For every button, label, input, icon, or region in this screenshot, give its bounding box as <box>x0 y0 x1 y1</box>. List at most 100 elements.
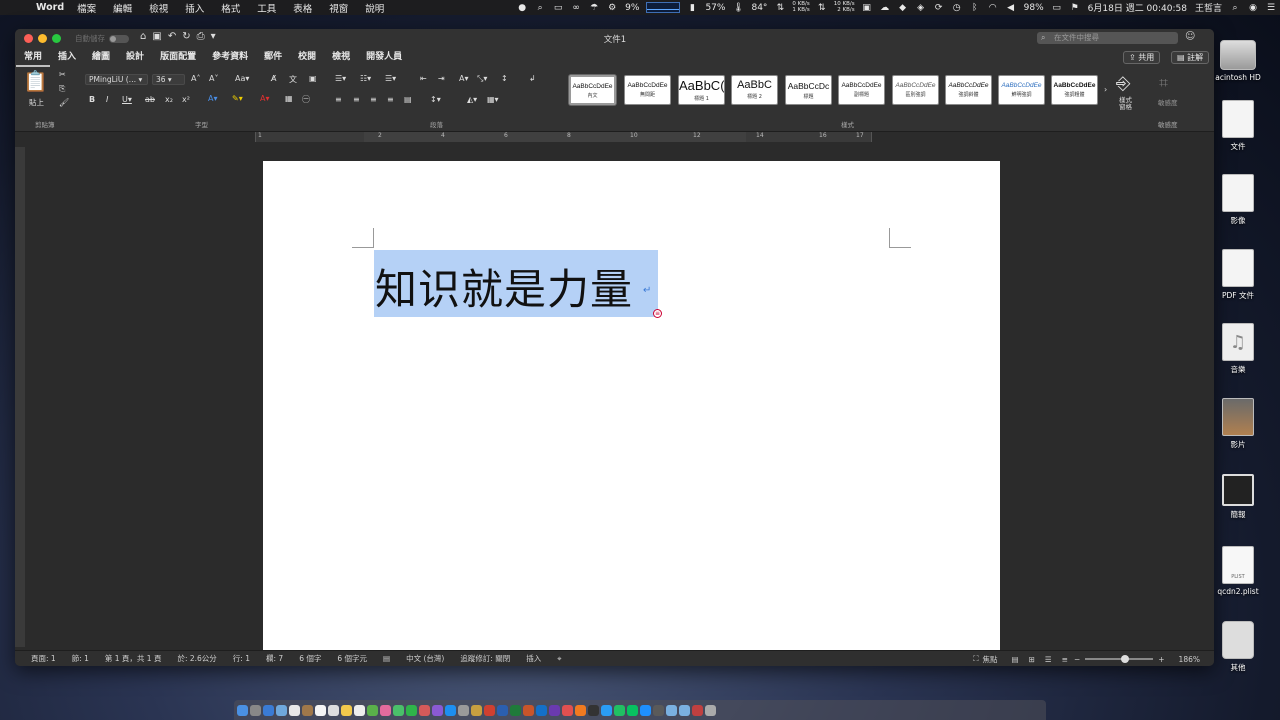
format-painter-icon[interactable]: 🖌 <box>59 98 69 107</box>
styles-pane-icon[interactable]: ⎆ <box>1116 73 1130 94</box>
folder-icon[interactable] <box>692 704 703 716</box>
focus-icon[interactable]: ⛶ <box>973 654 978 664</box>
zoom-slider[interactable] <box>1085 655 1154 663</box>
strikethrough-icon[interactable]: ab <box>145 95 155 104</box>
tab-view[interactable]: 檢視 <box>324 49 358 67</box>
menu-help[interactable]: 說明 <box>365 1 384 15</box>
app-store-icon[interactable] <box>445 704 456 716</box>
tab-insert[interactable]: 插入 <box>50 49 84 67</box>
word-icon[interactable] <box>497 704 508 716</box>
zoom-out-icon[interactable]: − <box>1074 655 1080 664</box>
shading-icon[interactable]: ◭▾ <box>467 95 477 104</box>
styles-pane-label[interactable]: 樣式窗格 <box>1119 97 1133 111</box>
draft-view-icon[interactable]: ≡ <box>1062 655 1068 664</box>
dropbox-icon[interactable]: ◆ <box>896 2 910 13</box>
trash-icon[interactable] <box>705 704 716 716</box>
cloud-icon[interactable]: ☁ <box>878 2 892 13</box>
wechat-icon[interactable] <box>627 704 638 716</box>
siri-icon[interactable]: ◉ <box>1246 2 1260 13</box>
battery-percent[interactable]: 98% <box>1024 3 1044 13</box>
redo-icon[interactable]: ↻ <box>182 31 190 42</box>
print-icon[interactable]: ⎙ <box>197 31 205 42</box>
safari-icon[interactable] <box>263 704 274 716</box>
document-area[interactable]: 知识就是力量 ↵ ≡ <box>25 142 1214 650</box>
calendar-icon[interactable] <box>315 704 326 716</box>
time-machine-icon[interactable]: ◷ <box>950 2 964 13</box>
asian-layout-icon[interactable]: A▾ <box>459 74 469 83</box>
text-effects-icon[interactable]: A▾ <box>208 94 218 103</box>
chrome-icon[interactable] <box>562 704 573 716</box>
menu-window[interactable]: 視窗 <box>329 1 348 15</box>
books-icon[interactable] <box>471 704 482 716</box>
music-app-icon[interactable] <box>419 704 430 716</box>
tab-draw[interactable]: 繪圖 <box>84 49 118 67</box>
paste-icon[interactable]: 📋 <box>23 69 48 93</box>
web-layout-icon[interactable]: ⊞ <box>1029 655 1035 664</box>
zoom-slider-knob[interactable] <box>1121 655 1130 663</box>
spotlight-icon[interactable]: ⌕ <box>1228 2 1242 13</box>
shield-icon[interactable]: ◈ <box>914 2 928 13</box>
activity-monitor-icon[interactable] <box>653 704 664 716</box>
style-title[interactable]: AaBbCcDc 標題 <box>785 75 832 105</box>
proofing-icon[interactable]: ▤ <box>383 654 390 663</box>
style-normal[interactable]: AaBbCcDdEe 內文 <box>569 75 616 105</box>
app-menu-word[interactable]: Word <box>36 2 64 13</box>
horizontal-ruler[interactable]: 1 2 4 6 8 10 12 14 16 17 <box>15 132 1214 142</box>
autosave-toggle[interactable]: 自動儲存 <box>75 33 129 44</box>
undo-icon[interactable]: ↶ <box>168 31 176 42</box>
photos-icon[interactable] <box>380 704 391 716</box>
show-formatting-icon[interactable]: ↲ <box>529 74 536 83</box>
fullscreen-button[interactable] <box>52 34 61 43</box>
onenote-icon[interactable] <box>549 704 560 716</box>
menu-edit[interactable]: 編輯 <box>113 1 132 15</box>
line-spacing-icon[interactable]: ↕▾ <box>430 95 441 104</box>
reminders-icon[interactable] <box>328 704 339 716</box>
bullets-icon[interactable]: ☰▾ <box>335 74 346 83</box>
document-page[interactable]: 知识就是力量 ↵ ≡ <box>263 161 1000 650</box>
styles-gallery-next-icon[interactable]: › <box>1104 85 1107 94</box>
borders-icon[interactable]: ▦▾ <box>487 95 499 104</box>
battery-icon[interactable]: ▭ <box>1050 2 1064 13</box>
font-size-select[interactable]: 36 ▾ <box>152 74 185 85</box>
character-border-icon[interactable]: ▣ <box>309 74 317 83</box>
outlook-icon[interactable] <box>536 704 547 716</box>
paste-label[interactable]: 貼上 <box>29 97 44 108</box>
minimize-button[interactable] <box>38 34 47 43</box>
acrobat-icon[interactable] <box>484 704 495 716</box>
menu-format[interactable]: 格式 <box>221 1 240 15</box>
maps-icon[interactable] <box>367 704 378 716</box>
style-intense-emphasis[interactable]: AaBbCcDdEe 鮮明強調 <box>998 75 1045 105</box>
menu-view[interactable]: 檢視 <box>149 1 168 15</box>
wifi-icon[interactable]: ◠ <box>986 2 1000 13</box>
change-case-icon[interactable]: Aa▾ <box>235 74 249 83</box>
style-no-spacing[interactable]: AaBbCcDdEe 無間距 <box>624 75 671 105</box>
contacts-icon[interactable] <box>289 704 300 716</box>
copy-icon[interactable]: ⎘ <box>59 84 65 94</box>
preview-icon[interactable] <box>354 704 365 716</box>
clear-formatting-icon[interactable]: A̸ <box>271 74 276 83</box>
status-chars[interactable]: 6 個字元 <box>337 653 367 664</box>
network-graph[interactable] <box>646 2 681 13</box>
folder-icon[interactable] <box>666 704 677 716</box>
tab-references[interactable]: 參考資料 <box>204 49 256 67</box>
status-language[interactable]: 中文 (台灣) <box>406 653 444 664</box>
justify-icon[interactable]: ≡ <box>387 95 394 104</box>
highlight-color-icon[interactable]: ✎▾ <box>232 94 243 103</box>
font-color-icon[interactable]: A▾ <box>260 94 270 103</box>
document-text[interactable]: 知识就是力量 <box>375 256 633 317</box>
autosave-switch[interactable] <box>109 34 129 43</box>
zoom-in-icon[interactable]: + <box>1158 655 1164 664</box>
notification-center-icon[interactable]: ☰ <box>1264 2 1278 13</box>
shrink-font-icon[interactable]: A˅ <box>209 74 218 83</box>
desktop-icon-music[interactable]: ♫ 音樂 <box>1208 323 1268 375</box>
customize-toolbar-icon[interactable]: ▾ <box>211 31 216 42</box>
messages-icon[interactable] <box>393 704 404 716</box>
grow-font-icon[interactable]: A˄ <box>191 74 200 83</box>
desktop-icon-images[interactable]: 影像 <box>1208 174 1268 226</box>
character-shading-icon[interactable]: ▦ <box>285 94 293 103</box>
comments-button[interactable]: ▤ 註解 <box>1171 51 1210 64</box>
phonetic-guide-icon[interactable]: 文 <box>289 74 297 85</box>
status-line[interactable]: 行: 1 <box>233 653 250 664</box>
battery-small-value[interactable]: 57% <box>705 3 725 13</box>
launchpad-icon[interactable] <box>250 704 261 716</box>
